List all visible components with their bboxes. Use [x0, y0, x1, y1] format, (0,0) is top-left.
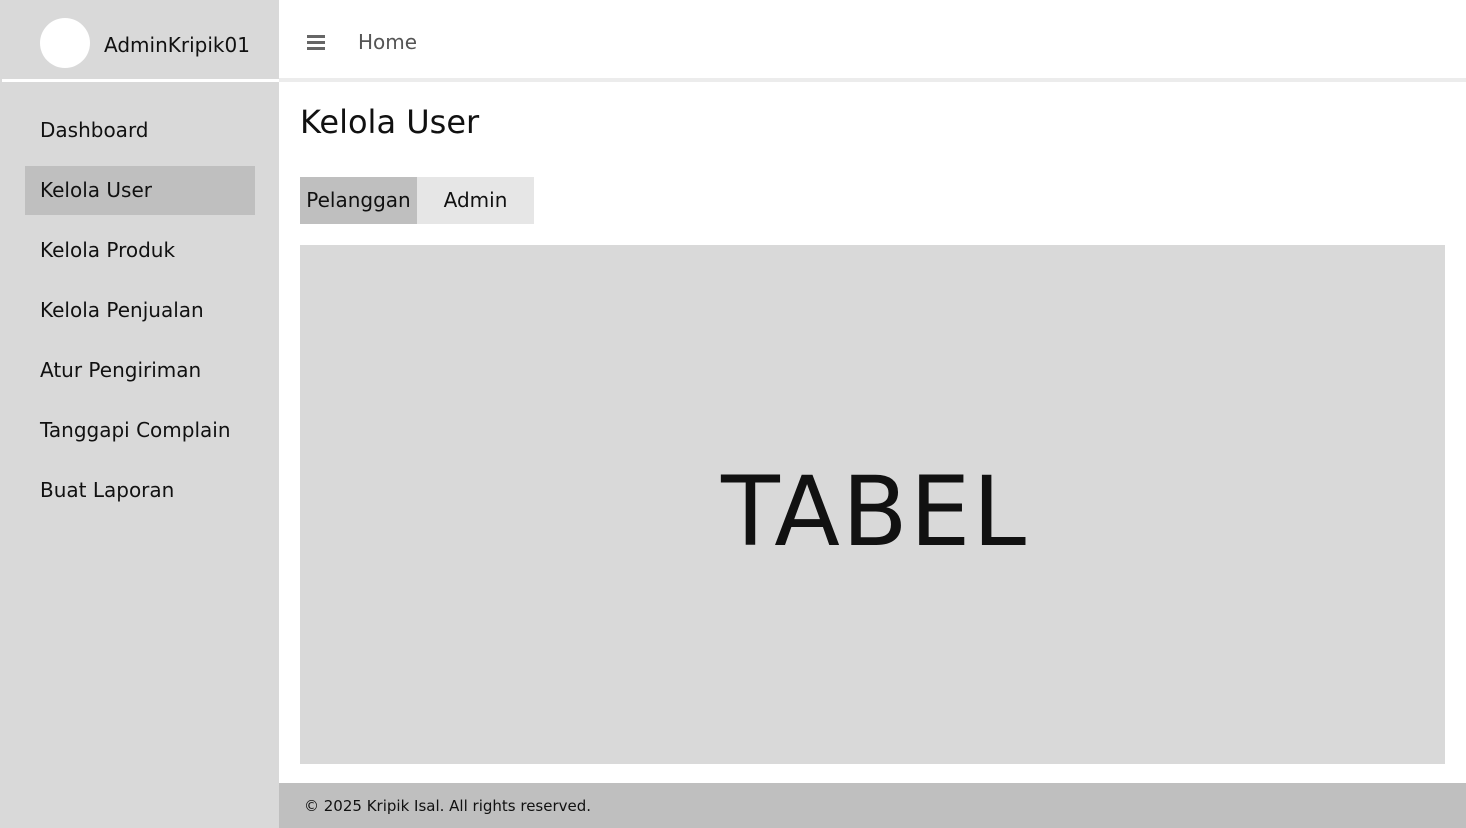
- copyright-text: © 2025 Kripik Isal. All rights reserved.: [304, 797, 592, 815]
- sidebar-item-tanggapi-complain[interactable]: Tanggapi Complain: [25, 406, 255, 455]
- username: AdminKripik01: [104, 33, 250, 57]
- sidebar-item-dashboard[interactable]: Dashboard: [25, 106, 255, 155]
- hamburger-menu-icon[interactable]: [301, 28, 327, 56]
- topbar: Home: [279, 0, 1466, 82]
- table-placeholder-label: TABEL: [721, 455, 1028, 568]
- user-table-placeholder: TABEL: [300, 245, 1445, 764]
- page-title: Kelola User: [300, 103, 480, 141]
- sidebar-item-kelola-penjualan[interactable]: Kelola Penjualan: [25, 286, 255, 335]
- sidebar-item-atur-pengiriman[interactable]: Atur Pengiriman: [25, 346, 255, 395]
- sidebar-item-buat-laporan[interactable]: Buat Laporan: [25, 466, 255, 515]
- breadcrumb-home-link[interactable]: Home: [358, 28, 417, 56]
- sidebar-item-kelola-user[interactable]: Kelola User: [25, 166, 255, 215]
- sidebar-item-kelola-produk[interactable]: Kelola Produk: [25, 226, 255, 275]
- sidebar: AdminKripik01 Dashboard Kelola User Kelo…: [0, 0, 279, 828]
- avatar[interactable]: [40, 18, 90, 68]
- user-profile-header: AdminKripik01: [2, 0, 279, 82]
- footer: © 2025 Kripik Isal. All rights reserved.: [279, 783, 1466, 828]
- user-type-tabs: Pelanggan Admin: [300, 177, 534, 224]
- tab-pelanggan[interactable]: Pelanggan: [300, 177, 417, 224]
- sidebar-nav: Dashboard Kelola User Kelola Produk Kelo…: [25, 106, 255, 526]
- tab-admin[interactable]: Admin: [417, 177, 534, 224]
